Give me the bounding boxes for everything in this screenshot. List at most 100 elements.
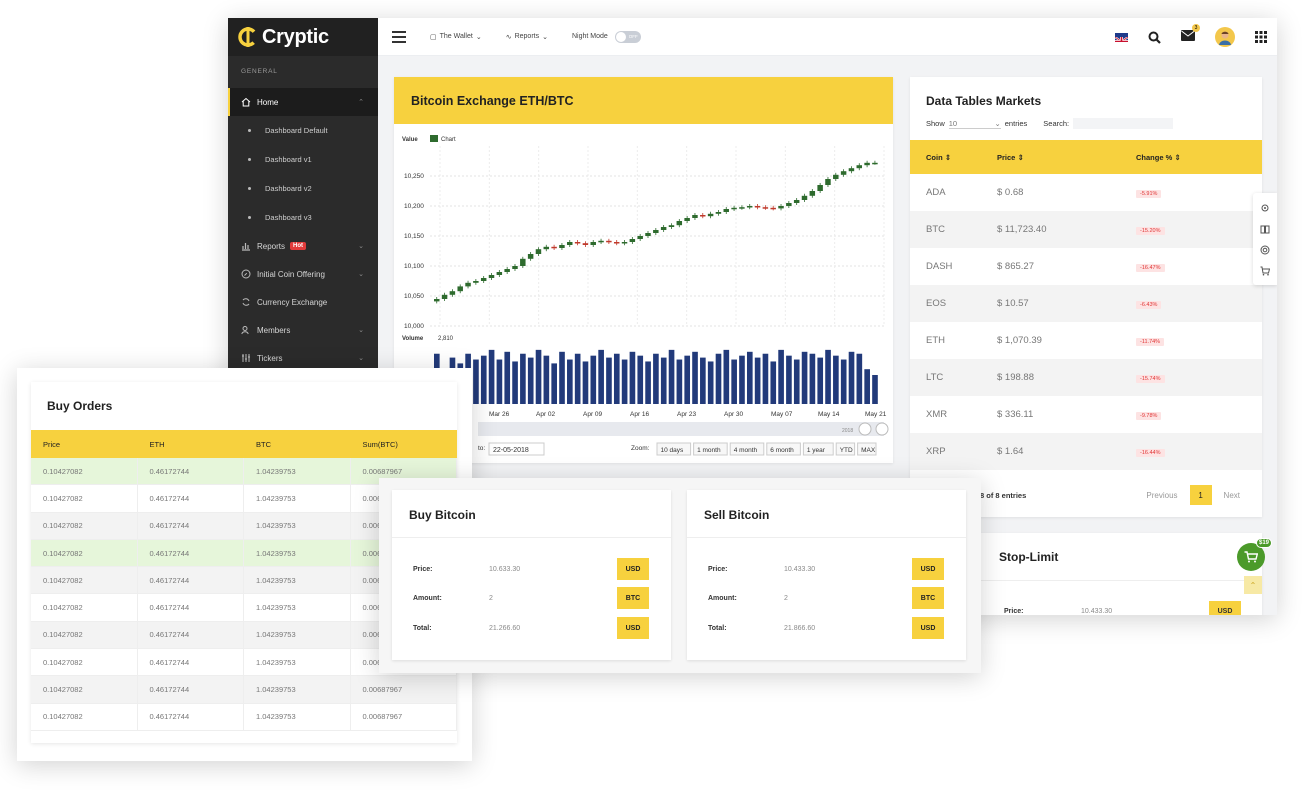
apps-grid-icon[interactable] (1255, 31, 1267, 43)
sidebar-item-reports[interactable]: Reports Hot ⌄ (228, 232, 378, 260)
sidebar-subitem[interactable]: Dashboard v3 (228, 203, 378, 232)
signal-icon: ∿ (505, 33, 512, 41)
cart-outline-icon[interactable] (1260, 266, 1270, 276)
brand[interactable]: Cryptic (228, 18, 378, 56)
volume-bar (872, 375, 878, 404)
sidebar-item-currency-exchange[interactable]: Currency Exchange (228, 288, 378, 316)
price-value[interactable]: 10.433.30 (784, 566, 815, 573)
sidebar-item-label: Tickers (257, 353, 283, 363)
total-value[interactable]: 21.266.60 (489, 625, 520, 632)
candle (488, 275, 495, 278)
navigator-handle[interactable] (858, 422, 872, 436)
volume-bar (801, 351, 808, 404)
volume-axis-label: Volume (402, 336, 424, 342)
table-row[interactable]: ETH $ 1,070.39 -11.74% (910, 322, 1262, 359)
entries-select[interactable]: 10 ⌄ (948, 119, 1001, 129)
sidebar-item-label: Currency Exchange (257, 297, 328, 307)
nav-reports-label: Reports (514, 33, 540, 40)
total-value[interactable]: 21.866.60 (784, 625, 815, 632)
currency-button[interactable]: USD (617, 617, 649, 639)
scroll-top-button[interactable]: ⌃ (1244, 576, 1262, 594)
header-btc[interactable]: BTC (244, 430, 351, 458)
legend-label[interactable]: Chart (441, 137, 456, 143)
header-change[interactable]: Change % ⇕ (1136, 153, 1262, 162)
amount-value[interactable]: 2 (489, 595, 493, 602)
sidebar-item-home[interactable]: Home ⌃ (228, 88, 378, 116)
eth-cell: 0.46172744 (138, 703, 244, 730)
gear-icon[interactable] (1260, 203, 1270, 213)
candle (793, 200, 800, 203)
candle (707, 213, 714, 217)
sidebar-item-ico[interactable]: Initial Coin Offering ⌄ (228, 260, 378, 288)
table-row[interactable]: EOS $ 10.57 -6.43% (910, 285, 1262, 322)
toggle-state: OFF (628, 33, 638, 39)
volume-bar (746, 351, 753, 404)
search-input[interactable] (1073, 118, 1174, 129)
nav-wallet[interactable]: ▢ The Wallet ⌄ (430, 33, 482, 41)
menu-icon[interactable] (392, 30, 406, 43)
chart-grid (430, 146, 885, 327)
search-icon[interactable] (1148, 31, 1161, 44)
show-label: Show (926, 119, 945, 128)
currency-button[interactable]: USD (1209, 601, 1241, 615)
previous-page-button[interactable]: Previous (1146, 491, 1177, 500)
coin-cell: EOS (926, 298, 947, 309)
eth-cell: 0.46172744 (138, 594, 244, 621)
navigator-handle[interactable] (875, 422, 889, 436)
header-price[interactable]: Price (31, 430, 138, 458)
sidebar-item-label: Initial Coin Offering (257, 269, 325, 279)
page-button[interactable]: 1 (1189, 485, 1212, 505)
table-row[interactable]: XRP $ 1.64 -16.44% (910, 433, 1262, 470)
currency-button[interactable]: USD (617, 558, 649, 580)
y-tick-label: 10,250 (404, 173, 424, 180)
price-value[interactable]: 10.433.30 (1081, 608, 1112, 615)
header-eth[interactable]: ETH (138, 430, 245, 458)
sidebar-item-members[interactable]: Members ⌄ (228, 316, 378, 344)
users-icon (241, 326, 249, 335)
sidebar-subitem[interactable]: Dashboard v2 (228, 174, 378, 203)
header-coin[interactable]: Coin ⇕ (910, 153, 997, 162)
support-icon[interactable] (1260, 245, 1270, 255)
table-row[interactable]: DASH $ 865.27 -16.47% (910, 248, 1262, 285)
night-mode-toggle[interactable]: OFF (614, 30, 641, 43)
btc-cell: 1.04239753 (244, 539, 351, 567)
table-row[interactable]: LTC $ 198.88 -15.74% (910, 359, 1262, 396)
header-label: Price (997, 152, 1016, 162)
navigator-strip[interactable] (478, 422, 884, 436)
eth-cell: 0.46172744 (138, 458, 244, 485)
avatar[interactable] (1215, 27, 1235, 47)
header-price[interactable]: Price ⇕ (997, 153, 1136, 162)
amount-value[interactable]: 2 (784, 595, 788, 602)
buy-amount-row: Amount: 2 BTC (392, 587, 671, 609)
btc-cell: 1.04239753 (244, 485, 351, 512)
sidebar-subitem[interactable]: Dashboard Default (228, 116, 378, 145)
sidebar-item-label: Home (257, 97, 279, 107)
buy-price-row: Price: 10.633.30 USD (392, 558, 671, 580)
table-row[interactable]: BTC $ 11,723.40 -15.20% (910, 211, 1262, 248)
currency-button[interactable]: USD (912, 617, 944, 639)
change-cell: -16.44% (1136, 446, 1262, 457)
volume-bar (613, 353, 620, 404)
book-icon[interactable] (1260, 224, 1270, 234)
volume-bar (473, 359, 479, 404)
table-row[interactable]: ADA $ 0.68 -5.91% (910, 174, 1262, 211)
table-row[interactable]: XMR $ 336.11 -9.78% (910, 396, 1262, 433)
change-badge: -15.20% (1136, 227, 1165, 235)
header-sum[interactable]: Sum(BTC) (351, 430, 458, 458)
candle (739, 207, 745, 209)
table-row[interactable]: 0.10427082 0.46172744 1.04239753 0.00687967 (31, 703, 457, 731)
logo-icon (238, 27, 258, 47)
currency-button[interactable]: USD (912, 558, 944, 580)
sidebar-item-label: Members (257, 325, 291, 335)
uk-flag-icon[interactable] (1115, 32, 1128, 42)
nav-reports[interactable]: ∿ Reports ⌄ (506, 33, 548, 41)
candle (754, 206, 761, 208)
currency-button[interactable]: BTC (912, 587, 944, 609)
mail-button[interactable]: 3 (1181, 24, 1200, 46)
sidebar-subitem[interactable]: Dashboard v1 (228, 145, 378, 174)
price-value[interactable]: 10.633.30 (489, 566, 520, 573)
currency-button[interactable]: BTC (617, 587, 649, 609)
next-page-button[interactable]: Next (1224, 491, 1240, 500)
table-row[interactable]: 0.10427082 0.46172744 1.04239753 0.00687967 (31, 676, 457, 704)
volume-bars (434, 349, 878, 404)
